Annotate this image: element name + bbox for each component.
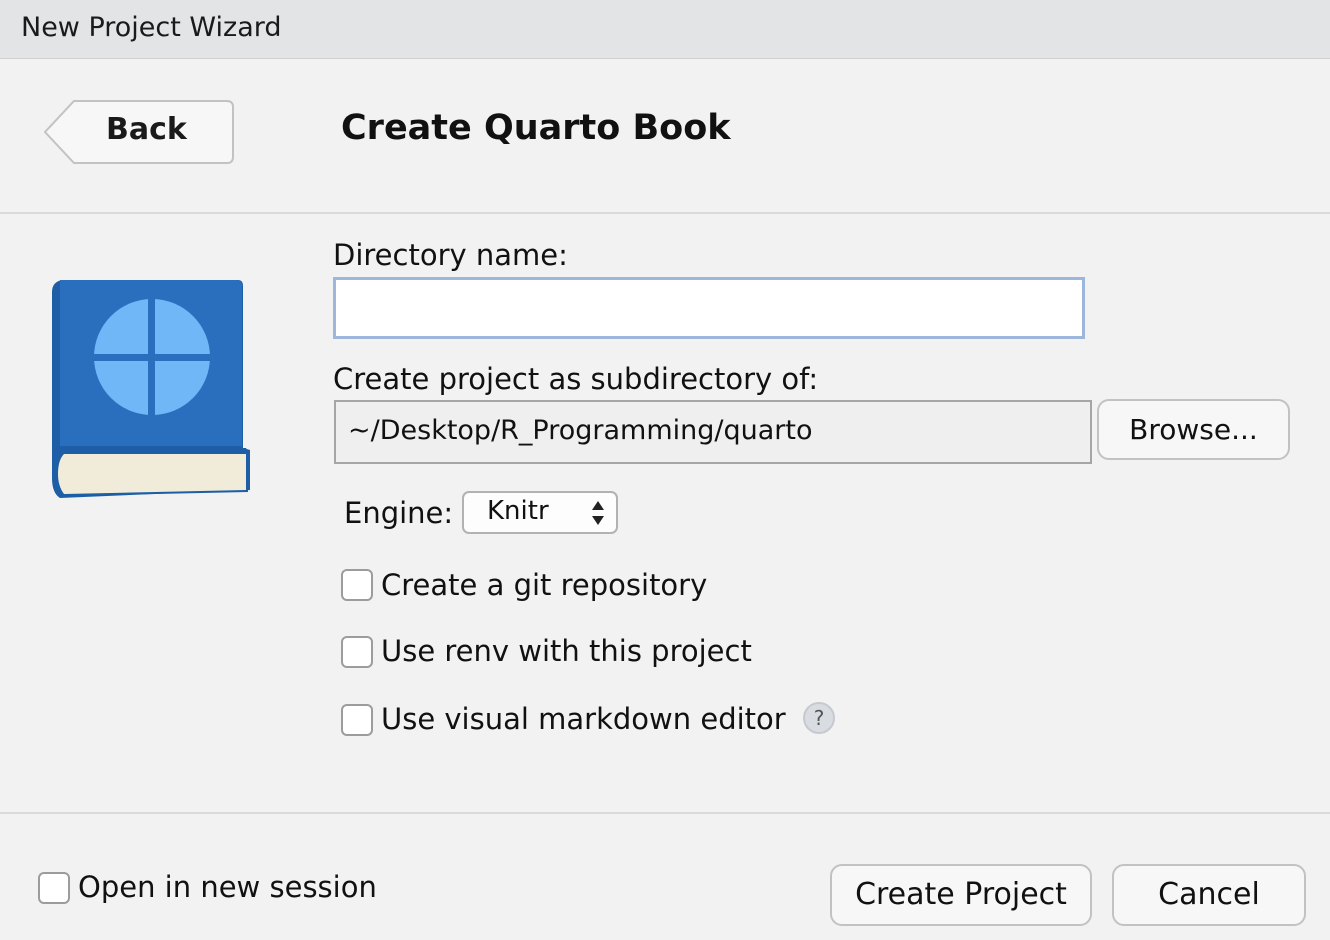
renv-checkbox[interactable]: [341, 636, 373, 668]
quarto-book-icon: [52, 280, 250, 498]
engine-select-value: Knitr: [487, 496, 549, 526]
visual-editor-label: Use visual markdown editor: [381, 702, 786, 736]
footer-divider: [0, 812, 1330, 814]
subdirectory-label: Create project as subdirectory of:: [333, 362, 819, 396]
subdirectory-path-field[interactable]: ~/Desktop/R_Programming/quarto: [334, 400, 1092, 464]
git-repository-label: Create a git repository: [381, 568, 708, 602]
directory-name-label: Directory name:: [333, 238, 568, 272]
engine-label: Engine:: [344, 496, 454, 530]
engine-select[interactable]: Knitr: [462, 491, 618, 534]
cancel-button[interactable]: Cancel: [1112, 864, 1306, 926]
create-project-button[interactable]: Create Project: [830, 864, 1092, 926]
visual-editor-checkbox[interactable]: [341, 704, 373, 736]
git-repository-checkbox[interactable]: [341, 569, 373, 601]
window-titlebar: New Project Wizard: [0, 0, 1330, 59]
directory-name-input[interactable]: [333, 277, 1085, 339]
back-button-label: Back: [106, 112, 187, 147]
renv-label: Use renv with this project: [381, 634, 752, 668]
question-mark-icon[interactable]: ?: [803, 702, 835, 734]
browse-button[interactable]: Browse...: [1097, 399, 1290, 460]
header-divider: [0, 212, 1330, 214]
open-new-session-label: Open in new session: [78, 870, 377, 904]
up-down-arrows-icon: [592, 501, 604, 525]
back-button[interactable]: Back: [44, 100, 234, 164]
open-new-session-checkbox[interactable]: [38, 872, 70, 904]
window-title: New Project Wizard: [21, 12, 282, 43]
page-title: Create Quarto Book: [341, 108, 731, 148]
